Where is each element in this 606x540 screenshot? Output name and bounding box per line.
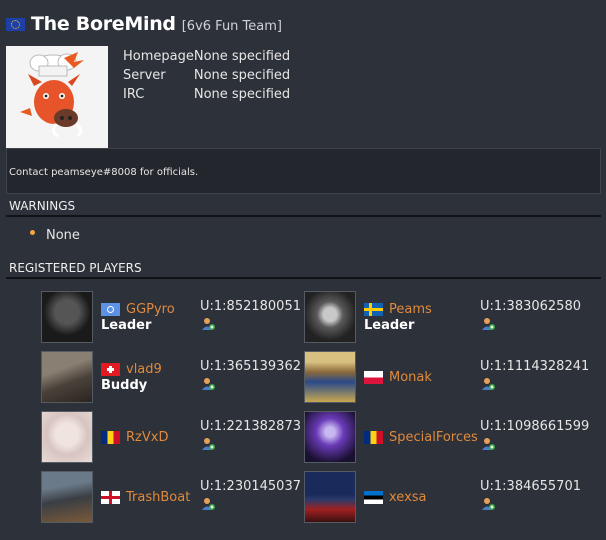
info-value: None specified (193, 68, 291, 83)
player-avatar[interactable] (41, 291, 93, 343)
player-name-link[interactable]: TrashBoat (126, 490, 190, 505)
team-tag: [6v6 Fun Team] (181, 18, 282, 34)
player-card: Monak U:1:1114328241 (304, 351, 594, 403)
add-friend-icon[interactable] (201, 377, 215, 391)
warnings-title: WARNINGS (9, 199, 76, 213)
bullet-icon (30, 230, 35, 235)
player-name-link[interactable]: Monak (389, 370, 432, 385)
steam-id: U:1:230145037 (200, 479, 301, 494)
team-info-table: Homepage None specified Server None spec… (123, 47, 290, 104)
add-friend-icon[interactable] (201, 437, 215, 451)
warning-item: None (30, 228, 80, 243)
add-friend-icon[interactable] (481, 497, 495, 511)
add-friend-icon[interactable] (481, 437, 495, 451)
server-row: Server None specified (123, 66, 290, 85)
eu-flag-icon (6, 17, 25, 31)
player-card: Peams Leader U:1:383062580 (304, 291, 594, 343)
player-avatar[interactable] (304, 291, 356, 343)
players-divider (6, 277, 601, 279)
steam-id: U:1:1098661599 (480, 419, 590, 434)
se-flag-icon (364, 303, 383, 316)
player-name-link[interactable]: SpecialForces (389, 430, 478, 445)
player-card: GGPyro Leader U:1:852180051 (41, 291, 301, 343)
info-label: IRC (123, 87, 145, 102)
info-label: Server (123, 68, 166, 83)
player-avatar[interactable] (41, 411, 93, 463)
steam-id: U:1:383062580 (480, 299, 581, 314)
irc-row: IRC None specified (123, 85, 290, 104)
player-name-line: Monak (364, 370, 432, 385)
team-header: The BoreMind [6v6 Fun Team] (6, 12, 282, 36)
player-name-line: TrashBoat (101, 490, 190, 505)
ro-flag-icon (364, 431, 383, 444)
player-card: RzVxD U:1:221382873 (41, 411, 301, 463)
team-logo (6, 46, 108, 148)
players-title: REGISTERED PLAYERS (9, 261, 142, 275)
player-name-line: GGPyro (101, 302, 175, 317)
player-name-link[interactable]: Peams (389, 302, 432, 317)
player-name-line: xexsa (364, 490, 427, 505)
team-name: The BoreMind (31, 13, 176, 35)
player-avatar[interactable] (41, 351, 93, 403)
add-friend-icon[interactable] (481, 377, 495, 391)
add-friend-icon[interactable] (481, 317, 495, 331)
player-avatar[interactable] (41, 471, 93, 523)
en-flag-icon (101, 491, 120, 504)
player-card: SpecialForces U:1:1098661599 (304, 411, 594, 463)
add-friend-icon[interactable] (201, 317, 215, 331)
un-flag-icon (101, 303, 120, 316)
info-value: None specified (193, 87, 291, 102)
steam-id: U:1:1114328241 (480, 359, 590, 374)
homepage-row: Homepage None specified (123, 47, 290, 66)
player-name-link[interactable]: xexsa (389, 490, 427, 505)
player-avatar[interactable] (304, 351, 356, 403)
player-card: vlad9 Buddy U:1:365139362 (41, 351, 301, 403)
player-name-line: vlad9 (101, 362, 162, 377)
steam-id: U:1:365139362 (200, 359, 301, 374)
steam-id: U:1:384655701 (480, 479, 581, 494)
player-name-link[interactable]: vlad9 (126, 362, 162, 377)
steam-id: U:1:221382873 (200, 419, 301, 434)
steam-id: U:1:852180051 (200, 299, 301, 314)
pl-flag-icon (364, 371, 383, 384)
player-card: TrashBoat U:1:230145037 (41, 471, 301, 523)
ee-flag-icon (364, 491, 383, 504)
ro-flag-icon (101, 431, 120, 444)
boar-logo-icon (20, 52, 84, 138)
player-name-line: Peams (364, 302, 432, 317)
warning-text: None (46, 228, 80, 243)
player-role: Leader (364, 318, 415, 333)
player-avatar[interactable] (304, 411, 356, 463)
info-label: Homepage (123, 49, 194, 64)
player-card: xexsa U:1:384655701 (304, 471, 594, 523)
contact-text: Contact peamseye#8008 for officials. (9, 167, 199, 178)
player-role: Buddy (101, 378, 148, 393)
ch-flag-icon (101, 363, 120, 376)
info-value: None specified (193, 49, 291, 64)
player-avatar[interactable] (304, 471, 356, 523)
contact-box: Contact peamseye#8008 for officials. (6, 148, 601, 194)
player-name-link[interactable]: GGPyro (126, 302, 175, 317)
player-name-line: SpecialForces (364, 430, 478, 445)
player-name-link[interactable]: RzVxD (126, 430, 168, 445)
add-friend-icon[interactable] (201, 497, 215, 511)
player-role: Leader (101, 318, 152, 333)
player-name-line: RzVxD (101, 430, 168, 445)
warnings-divider (6, 215, 601, 217)
